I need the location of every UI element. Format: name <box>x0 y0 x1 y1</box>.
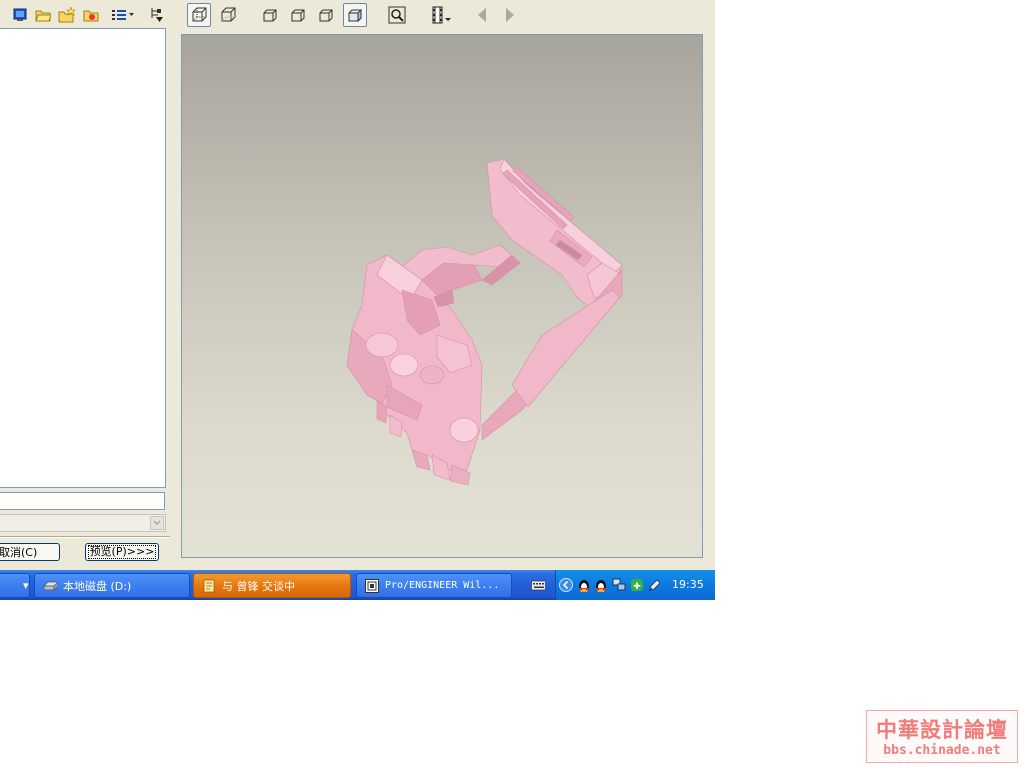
chevron-down-icon[interactable] <box>150 516 164 530</box>
drive-icon <box>43 579 57 593</box>
system-tray: ✚ 19:35 <box>555 570 715 600</box>
taskbar-item-proengineer[interactable]: Pro/ENGINEER Wil... <box>356 573 512 598</box>
divider <box>0 536 170 538</box>
file-list[interactable] <box>0 28 166 488</box>
tree-filter-icon[interactable] <box>144 3 168 27</box>
taskbar: ▾ 本地磁盘 (D:) 与 曾锋 交谈中 Pro/ENGINEER Wil... <box>0 570 715 600</box>
proe-window-icon <box>365 578 379 593</box>
system-clock[interactable]: 19:35 <box>672 578 704 591</box>
favorites-folder-icon[interactable] <box>79 3 103 27</box>
hidden-line-view-icon[interactable] <box>216 3 240 27</box>
taskbar-item-local-disk[interactable]: 本地磁盘 (D:) <box>34 573 190 598</box>
qq-penguin-icon[interactable] <box>594 578 608 592</box>
speaker-icon[interactable] <box>648 578 662 592</box>
model-preview-viewport[interactable] <box>181 34 703 558</box>
antivirus-icon[interactable]: ✚ <box>630 578 644 592</box>
keyboard-icon[interactable] <box>531 578 545 592</box>
shading-view-icon[interactable] <box>286 3 310 27</box>
app-window: 取消(C) 预览(P)>>> ▾ 本地磁盘 (D:) 与 曾锋 交谈中 Pro/… <box>0 0 715 600</box>
collapse-arrow-icon[interactable] <box>559 578 573 592</box>
zoom-icon[interactable] <box>385 3 409 27</box>
svg-text:✚: ✚ <box>633 582 641 592</box>
taskbar-item-label: Pro/ENGINEER Wil... <box>385 580 500 591</box>
open-folder-icon[interactable] <box>31 3 55 27</box>
model-part-render <box>346 158 623 486</box>
watermark-url: bbs.chinade.net <box>883 743 1001 758</box>
file-type-select[interactable] <box>0 514 166 532</box>
wireframe-view-icon[interactable] <box>187 3 211 27</box>
network-icon[interactable] <box>612 578 626 592</box>
toolbar <box>0 0 715 30</box>
list-view-icon[interactable] <box>108 3 138 27</box>
file-name-input[interactable] <box>0 492 165 510</box>
monitor-icon[interactable] <box>8 3 32 27</box>
preview-button[interactable]: 预览(P)>>> <box>85 543 159 561</box>
qq-penguin-icon[interactable] <box>577 578 591 592</box>
taskbar-item-label: 与 曾锋 交谈中 <box>222 579 295 593</box>
preview-button-label: 预览(P)>>> <box>87 545 157 559</box>
taskbar-item-chat[interactable]: 与 曾锋 交谈中 <box>193 573 351 598</box>
hidden-edges-view-icon[interactable] <box>314 3 338 27</box>
film-strip-icon[interactable] <box>428 3 456 27</box>
watermark-title: 中華設計論壇 <box>876 717 1008 742</box>
taskbar-item-label: 本地磁盘 (D:) <box>63 579 132 593</box>
new-folder-icon[interactable] <box>55 3 79 27</box>
shaded-model-icon[interactable] <box>343 3 367 27</box>
no-hidden-view-icon[interactable] <box>258 3 282 27</box>
forward-arrow-icon[interactable] <box>498 3 522 27</box>
chat-note-icon <box>202 579 216 593</box>
back-arrow-icon[interactable] <box>470 3 494 27</box>
taskbar-overflow-item[interactable]: ▾ <box>0 573 30 598</box>
cancel-button[interactable]: 取消(C) <box>0 543 60 561</box>
watermark-logo: 中華設計論壇 bbs.chinade.net <box>866 710 1018 763</box>
cancel-button-label: 取消(C) <box>0 546 38 559</box>
